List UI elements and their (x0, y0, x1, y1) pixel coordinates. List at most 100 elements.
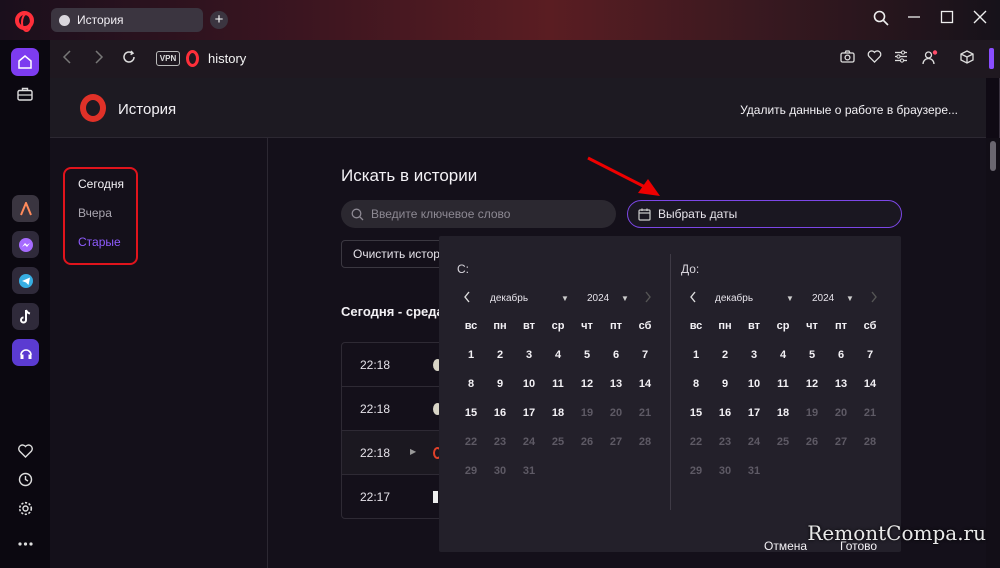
calendar-day[interactable]: 15 (684, 407, 708, 419)
calendar-day[interactable]: 14 (858, 378, 882, 390)
calendar-day[interactable]: 16 (488, 407, 512, 419)
month-dropdown-icon[interactable]: ▼ (786, 294, 794, 303)
new-tab-button[interactable]: + (210, 11, 228, 29)
history-time: 22:18 (360, 358, 391, 372)
calendar-day[interactable]: 3 (517, 349, 541, 361)
next-month-icon[interactable] (870, 291, 878, 306)
scrollbar-thumb[interactable] (990, 141, 996, 171)
scrollbar-track[interactable] (986, 138, 1000, 568)
from-label: С: (457, 262, 469, 276)
vpn-badge[interactable]: VPN (156, 51, 180, 66)
settings-gear-icon[interactable] (13, 500, 37, 524)
nav-older[interactable]: Старые (78, 235, 121, 249)
close-icon[interactable] (970, 10, 990, 29)
music-player-icon[interactable] (12, 339, 39, 366)
next-month-icon[interactable] (644, 291, 652, 306)
calendar-day[interactable]: 5 (575, 349, 599, 361)
calendar-day[interactable]: 13 (829, 378, 853, 390)
search-placeholder: Введите ключевое слово (371, 207, 511, 221)
tiktok-icon[interactable] (12, 303, 39, 330)
nav-yesterday[interactable]: Вчера (78, 206, 112, 220)
to-year-select[interactable]: 2024 (812, 293, 834, 304)
calendar-day[interactable]: 8 (684, 378, 708, 390)
calendar-day[interactable]: 13 (604, 378, 628, 390)
snapshot-camera-icon[interactable] (840, 50, 855, 66)
home-button[interactable] (11, 48, 39, 76)
calendar-day[interactable]: 5 (800, 349, 824, 361)
calendar-day: 25 (551, 436, 565, 448)
select-dates-button[interactable]: Выбрать даты (627, 200, 902, 228)
from-year-select[interactable]: 2024 (587, 293, 609, 304)
month-dropdown-icon[interactable]: ▼ (561, 294, 569, 303)
calendar-day[interactable]: 14 (633, 378, 657, 390)
weekday-label: вт (522, 320, 535, 332)
prev-month-icon[interactable] (463, 291, 471, 306)
sidebar-toggle-indicator[interactable] (989, 48, 994, 69)
calendar-day[interactable]: 2 (488, 349, 512, 361)
briefcase-icon[interactable] (13, 85, 37, 109)
calendar-day[interactable]: 18 (546, 407, 570, 419)
maximize-icon[interactable] (937, 10, 957, 29)
url-text[interactable]: history (208, 51, 246, 66)
calendar-day[interactable]: 6 (829, 349, 853, 361)
calendar-day[interactable]: 15 (459, 407, 483, 419)
favorites-icon[interactable] (867, 50, 882, 66)
to-month-select[interactable]: декабрь (715, 293, 753, 304)
easy-setup-icon[interactable] (894, 50, 908, 66)
calendar-day[interactable]: 10 (517, 378, 541, 390)
home-icon (18, 55, 32, 69)
calendar-day[interactable]: 8 (459, 378, 483, 390)
calendar-day[interactable]: 17 (517, 407, 541, 419)
search-input[interactable]: Введите ключевое слово (341, 200, 616, 228)
calendar-day[interactable]: 7 (633, 349, 657, 361)
clear-browsing-data-link[interactable]: Удалить данные о работе в браузере... (740, 103, 958, 117)
weekday-label: чт (806, 320, 818, 332)
forward-icon[interactable] (94, 50, 104, 69)
calendar-day[interactable]: 10 (742, 378, 766, 390)
messenger-icon[interactable] (12, 231, 39, 258)
calendar-day[interactable]: 7 (858, 349, 882, 361)
from-month-select[interactable]: декабрь (490, 293, 528, 304)
calendar-day[interactable]: 1 (684, 349, 708, 361)
back-icon[interactable] (62, 50, 72, 69)
cancel-button[interactable]: Отмена (764, 539, 807, 553)
calendar-day[interactable]: 1 (459, 349, 483, 361)
favorites-heart-icon[interactable] (13, 442, 37, 466)
calendar-day[interactable]: 4 (771, 349, 795, 361)
calendar-day[interactable]: 9 (713, 378, 737, 390)
nav-today[interactable]: Сегодня (78, 177, 124, 191)
calendar-day: 21 (638, 407, 652, 419)
expand-triangle-icon[interactable]: ▶ (410, 447, 416, 456)
opera-menu-icon[interactable] (15, 11, 34, 32)
history-period-nav: Сегодня Вчера Старые (50, 138, 268, 568)
profile-icon[interactable] (922, 50, 938, 68)
history-clock-icon[interactable] (13, 471, 37, 495)
reload-icon[interactable] (122, 50, 136, 69)
red-arrow-annotation (587, 156, 660, 196)
prev-month-icon[interactable] (689, 291, 697, 306)
calendar-day[interactable]: 6 (604, 349, 628, 361)
year-dropdown-icon[interactable]: ▼ (621, 294, 629, 303)
title-bar: История + (0, 0, 1000, 40)
calendar-day[interactable]: 4 (546, 349, 570, 361)
calendar-day[interactable]: 17 (742, 407, 766, 419)
extensions-cube-icon[interactable] (960, 50, 974, 67)
calendar-day[interactable]: 11 (546, 378, 570, 390)
calendar-day[interactable]: 16 (713, 407, 737, 419)
calendar-day: 30 (493, 465, 507, 477)
search-title: Искать в истории (341, 166, 478, 185)
telegram-icon[interactable] (12, 267, 39, 294)
year-dropdown-icon[interactable]: ▼ (846, 294, 854, 303)
calendar-day[interactable]: 9 (488, 378, 512, 390)
calendar-day[interactable]: 11 (771, 378, 795, 390)
aria-app-icon[interactable] (12, 195, 39, 222)
calendar-day[interactable]: 18 (771, 407, 795, 419)
calendar-day[interactable]: 2 (713, 349, 737, 361)
calendar-day[interactable]: 3 (742, 349, 766, 361)
calendar-day[interactable]: 12 (800, 378, 824, 390)
minimize-icon[interactable] (904, 10, 924, 29)
calendar-day[interactable]: 12 (575, 378, 599, 390)
tab-history[interactable]: История (51, 8, 203, 32)
search-tabs-icon[interactable] (871, 10, 891, 31)
more-dots-icon[interactable] (13, 530, 37, 554)
